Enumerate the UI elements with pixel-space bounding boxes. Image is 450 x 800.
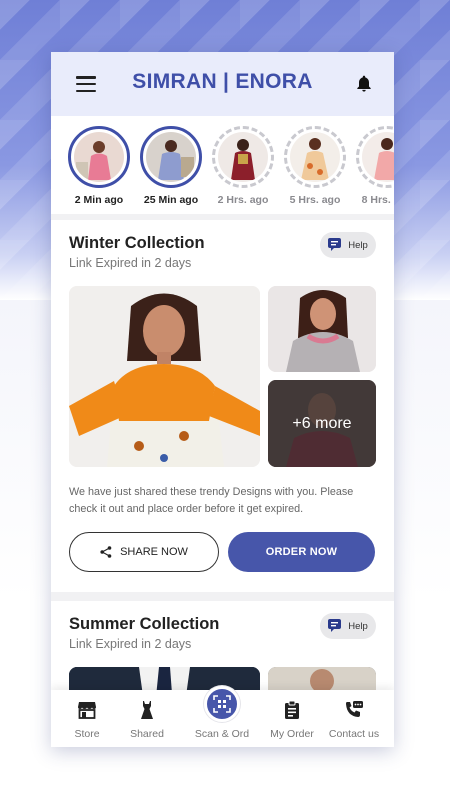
phone-chat-icon: [346, 701, 363, 717]
story-thumbnail: [362, 132, 394, 182]
story-time: 2 Hrs. ago: [217, 194, 269, 206]
nav-shared[interactable]: Shared: [113, 690, 181, 747]
nav-contact-us[interactable]: Contact us: [320, 690, 388, 747]
order-now-label: ORDER NOW: [265, 546, 338, 558]
story-ring: [284, 126, 346, 188]
story-item[interactable]: 2 Min ago: [67, 126, 131, 206]
nav-store-label: Store: [74, 728, 100, 740]
story-item[interactable]: 8 Hrs. ago: [355, 126, 394, 206]
nav-store[interactable]: Store: [53, 690, 121, 747]
dress-icon: [141, 701, 153, 719]
nav-my-order[interactable]: My Order: [258, 690, 326, 747]
story-ring: [68, 126, 130, 188]
app-title: SIMRAN | ENORA: [132, 70, 313, 93]
phone-screen: SIMRAN | ENORA 2 Min ago 25 Min ago 2 Hr…: [51, 52, 394, 747]
nav-contact-us-label: Contact us: [328, 728, 380, 740]
story-thumbnail: [74, 132, 124, 182]
share-now-button[interactable]: SHARE NOW: [69, 532, 219, 572]
help-label: Help: [348, 620, 368, 632]
product-image[interactable]: [268, 286, 376, 372]
story-time: 25 Min ago: [143, 194, 199, 206]
product-image-main[interactable]: [69, 286, 260, 467]
nav-my-order-label: My Order: [270, 728, 314, 740]
help-button[interactable]: Help: [320, 613, 376, 639]
story-ring: [356, 126, 394, 188]
clipboard-icon: [285, 700, 299, 719]
story-time: 2 Min ago: [74, 194, 124, 206]
story-item[interactable]: 2 Hrs. ago: [211, 126, 275, 206]
collection-card: Winter Collection Link Expired in 2 days…: [51, 220, 394, 592]
collection-expiry: Link Expired in 2 days: [69, 256, 192, 270]
story-thumbnail: [218, 132, 268, 182]
more-images-label: +6 more: [292, 414, 352, 432]
story-thumbnail: [146, 132, 196, 182]
help-chat-icon: [328, 619, 342, 632]
bottom-navigation: Store Shared Scan & Ord My Order Contact…: [51, 686, 394, 747]
stories-row: 2 Min ago 25 Min ago 2 Hrs. ago 5 Hrs. a…: [51, 116, 394, 214]
story-ring: [212, 126, 274, 188]
collection-title: Winter Collection: [69, 234, 205, 252]
product-image-more[interactable]: +6 more: [268, 380, 376, 467]
bell-icon[interactable]: [354, 73, 374, 95]
store-icon: [78, 702, 96, 719]
story-time: 8 Hrs. ago: [361, 194, 394, 206]
collection-expiry: Link Expired in 2 days: [69, 637, 192, 651]
story-ring: [140, 126, 202, 188]
help-button[interactable]: Help: [320, 232, 376, 258]
more-images-overlay[interactable]: +6 more: [268, 380, 376, 467]
help-chat-icon: [328, 238, 342, 251]
story-item[interactable]: 5 Hrs. ago: [283, 126, 347, 206]
story-item[interactable]: 25 Min ago: [139, 126, 203, 206]
collection-description: We have just shared these trendy Designs…: [69, 486, 354, 515]
story-time: 5 Hrs. ago: [289, 194, 341, 206]
nav-scan-order[interactable]: Scan & Ord: [188, 690, 256, 747]
share-now-label: SHARE NOW: [120, 546, 188, 558]
collection-title: Summer Collection: [69, 615, 220, 633]
app-bar: SIMRAN | ENORA: [51, 52, 394, 116]
order-now-button[interactable]: ORDER NOW: [228, 532, 375, 572]
share-icon: [100, 546, 112, 558]
help-label: Help: [348, 239, 368, 251]
story-thumbnail: [290, 132, 340, 182]
nav-scan-order-label: Scan & Ord: [194, 728, 250, 740]
nav-shared-label: Shared: [130, 728, 164, 740]
